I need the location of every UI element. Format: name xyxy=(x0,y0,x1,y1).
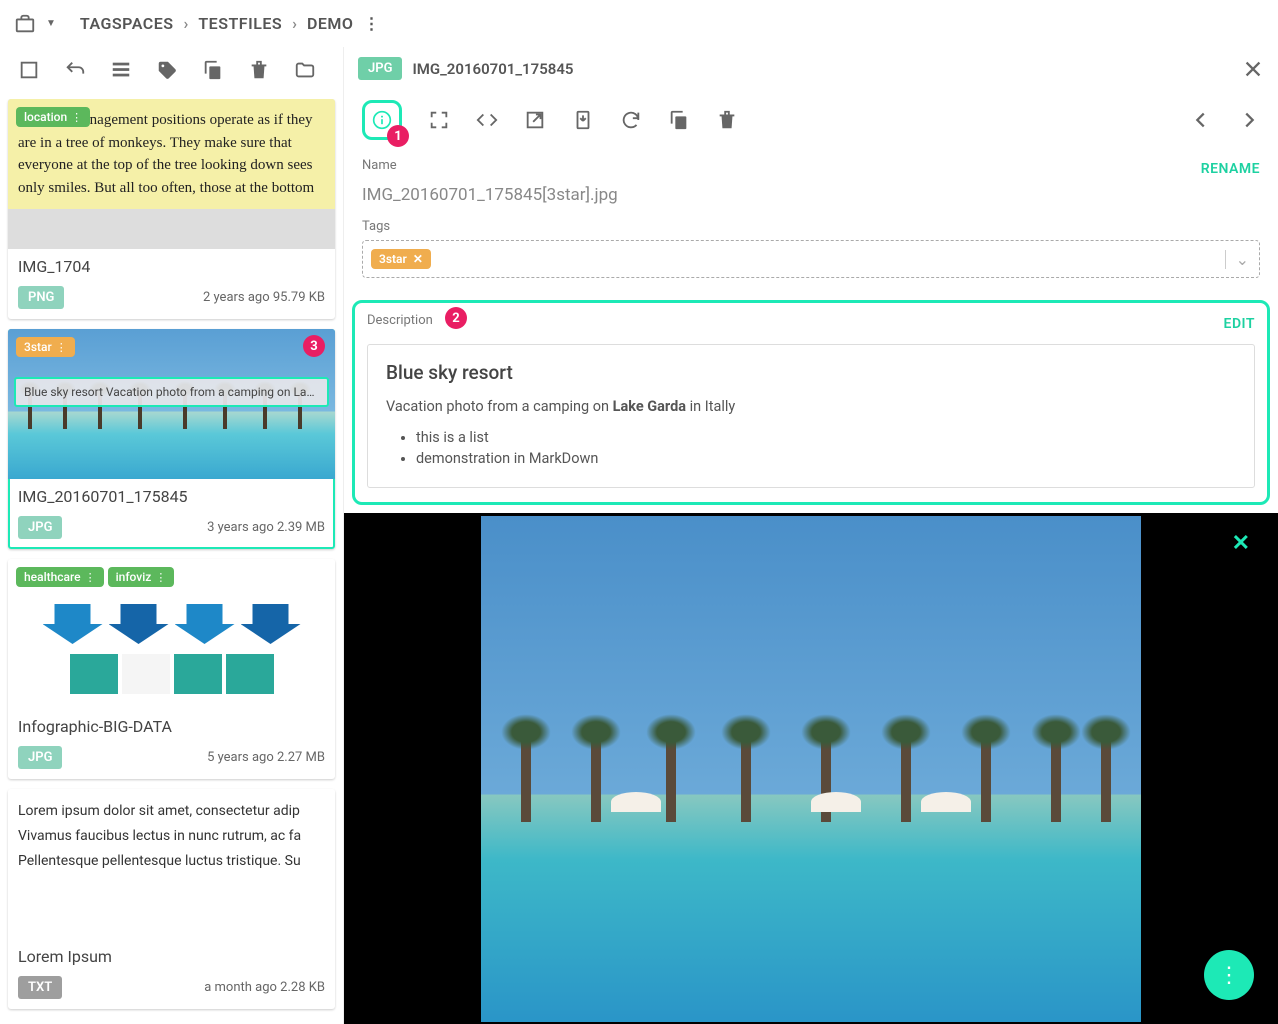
tags-label: Tags xyxy=(362,219,1260,234)
breadcrumb-bar: ▼ TAGSPACES › TESTFILES › DEMO ⋮ xyxy=(0,0,1278,47)
chevron-right-icon: › xyxy=(184,14,189,33)
callout-badge: 2 xyxy=(445,307,467,329)
delete-icon[interactable] xyxy=(716,109,738,131)
briefcase-icon[interactable] xyxy=(14,13,36,35)
tag-remove-icon[interactable]: ✕ xyxy=(413,252,423,266)
file-card-selected[interactable]: 3star⋮ 3 Blue sky resort Vacation photo … xyxy=(8,329,335,549)
file-list-panel: Some in management positions operate as … xyxy=(0,47,344,1024)
tag-icon[interactable] xyxy=(156,59,178,81)
file-card[interactable]: Some in management positions operate as … xyxy=(8,99,335,319)
close-icon[interactable] xyxy=(1242,58,1264,80)
open-external-icon[interactable] xyxy=(524,109,546,131)
tag-menu-icon[interactable]: ⋮ xyxy=(155,571,166,584)
desc-paragraph: Vacation photo from a camping on Lake Ga… xyxy=(386,398,1236,415)
fab-menu-button[interactable]: ⋮ xyxy=(1204,950,1254,1000)
desc-list-item: this is a list xyxy=(416,429,1236,446)
file-tag[interactable]: 3star⋮ xyxy=(16,337,75,357)
breadcrumb-item[interactable]: TESTFILES xyxy=(196,10,284,37)
detail-header: JPG IMG_20160701_175845 xyxy=(344,47,1278,90)
delete-icon[interactable] xyxy=(248,59,270,81)
callout-badge: 3 xyxy=(303,335,325,357)
image-preview[interactable]: ✕ ⋮ xyxy=(344,513,1278,1024)
close-preview-icon[interactable]: ✕ xyxy=(1232,531,1250,556)
prev-icon[interactable] xyxy=(1190,109,1212,131)
tag-menu-icon[interactable]: ⋮ xyxy=(56,341,67,354)
file-thumbnail: healthcare⋮ infoviz⋮ xyxy=(8,559,335,709)
desc-heading: Blue sky resort xyxy=(386,361,1236,384)
file-ext-badge: TXT xyxy=(18,976,62,999)
file-thumbnail: 3star⋮ 3 Blue sky resort Vacation photo … xyxy=(8,329,335,479)
callout-badge: 1 xyxy=(387,125,409,147)
file-tag[interactable]: infoviz⋮ xyxy=(108,567,175,587)
tags-input[interactable]: 3star✕ ⌄ xyxy=(362,240,1260,278)
filename-value: IMG_20160701_175845[3star].jpg xyxy=(362,179,1260,219)
reload-icon[interactable] xyxy=(620,109,642,131)
file-meta: 3 years ago 2.39 MB xyxy=(207,520,325,535)
chevron-down-icon[interactable]: ⌄ xyxy=(1225,250,1249,269)
file-list-toolbar xyxy=(0,47,343,99)
detail-title: IMG_20160701_175845 xyxy=(412,60,1232,78)
description-label: Description xyxy=(367,313,433,328)
code-icon[interactable] xyxy=(476,109,498,131)
tag-menu-icon[interactable]: ⋮ xyxy=(85,571,96,584)
file-card[interactable]: healthcare⋮ infoviz⋮ Infographic-BIG-DAT… xyxy=(8,559,335,779)
detail-toolbar: 1 xyxy=(344,90,1278,156)
file-ext-badge: JPG xyxy=(18,516,62,539)
preview-image xyxy=(481,516,1141,1022)
file-desc-overlay: Blue sky resort Vacation photo from a ca… xyxy=(14,377,329,407)
file-title: IMG_1704 xyxy=(18,257,325,276)
return-icon[interactable] xyxy=(64,59,86,81)
file-meta: 5 years ago 2.27 MB xyxy=(207,750,325,765)
copy-icon[interactable] xyxy=(668,109,690,131)
file-ext-badge: JPG xyxy=(18,746,62,769)
file-ext-badge: JPG xyxy=(358,57,402,80)
file-title: Lorem Ipsum xyxy=(18,947,325,966)
description-content: Blue sky resort Vacation photo from a ca… xyxy=(367,344,1255,488)
file-title: IMG_20160701_175845 xyxy=(18,487,325,506)
name-section: Name RENAME IMG_20160701_175845[3star].j… xyxy=(344,156,1278,300)
file-tag[interactable]: healthcare⋮ xyxy=(16,567,104,587)
new-folder-icon[interactable] xyxy=(294,59,316,81)
rename-button[interactable]: RENAME xyxy=(1201,161,1260,177)
tag-menu-icon[interactable]: ⋮ xyxy=(71,111,82,124)
location-dropdown-icon[interactable]: ▼ xyxy=(46,18,56,29)
file-thumbnail: Some in management positions operate as … xyxy=(8,99,335,249)
file-thumbnail: Lorem ipsum dolor sit amet, consectetur … xyxy=(8,789,335,939)
file-meta: 2 years ago 95.79 KB xyxy=(203,290,325,305)
breadcrumb-item[interactable]: DEMO xyxy=(305,10,355,37)
chevron-right-icon: › xyxy=(292,14,297,33)
file-tag[interactable]: location⋮ xyxy=(16,107,90,127)
info-button[interactable]: 1 xyxy=(362,100,402,140)
file-meta: a month ago 2.28 KB xyxy=(204,980,325,995)
fullscreen-icon[interactable] xyxy=(428,109,450,131)
name-label: Name xyxy=(362,158,397,173)
list-view-icon[interactable] xyxy=(110,59,132,81)
file-card[interactable]: Lorem ipsum dolor sit amet, consectetur … xyxy=(8,789,335,1009)
edit-button[interactable]: EDIT xyxy=(1224,316,1255,332)
file-title: Infographic-BIG-DATA xyxy=(18,717,325,736)
copy-icon[interactable] xyxy=(202,59,224,81)
breadcrumb-item[interactable]: TAGSPACES xyxy=(78,10,176,37)
detail-panel: JPG IMG_20160701_175845 1 xyxy=(344,47,1278,1024)
description-section: 2 Description EDIT Blue sky resort Vacat… xyxy=(352,300,1270,505)
breadcrumb-more-icon[interactable]: ⋮ xyxy=(363,14,379,33)
desc-list-item: demonstration in MarkDown xyxy=(416,450,1236,467)
file-ext-badge: PNG xyxy=(18,286,64,309)
next-icon[interactable] xyxy=(1238,109,1260,131)
file-list[interactable]: Some in management positions operate as … xyxy=(0,99,343,1024)
select-all-icon[interactable] xyxy=(18,59,40,81)
download-icon[interactable] xyxy=(572,109,594,131)
tag-chip[interactable]: 3star✕ xyxy=(371,249,431,269)
